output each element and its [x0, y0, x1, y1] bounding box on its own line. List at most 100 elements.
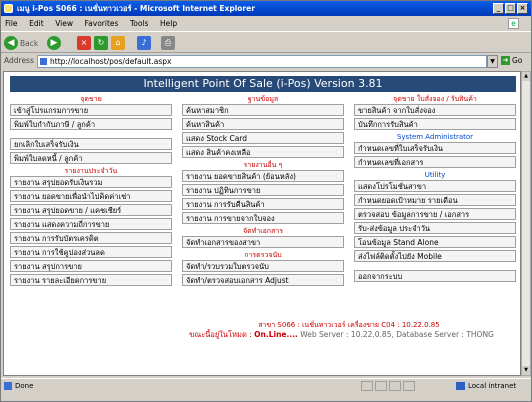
database-server-info: Database Server : THONG — [396, 330, 494, 339]
scroll-down-icon[interactable]: ▼ — [522, 366, 530, 375]
menu-button[interactable]: ค้นหาสมาชิก — [182, 104, 344, 116]
menu-button[interactable]: รายงาน ยอดขายสินค้า (ย้อนหลัง) — [182, 170, 344, 182]
back-arrow-icon: ◀ — [4, 36, 18, 50]
menu-button[interactable]: โอนข้อมูล Stand Alone — [354, 236, 516, 248]
media-icon: ♪ — [137, 36, 151, 50]
refresh-button[interactable]: ↻ — [94, 35, 108, 51]
pos-title: Intelligent Point Of Sale (i-Pos) Versio… — [10, 76, 516, 92]
home-button[interactable]: ⌂ — [111, 35, 125, 51]
menu-button[interactable]: แสดงโปรโมชั่นสาขา — [354, 180, 516, 192]
menu-file[interactable]: File — [5, 19, 18, 28]
menu-button[interactable]: รับ-ส่งข้อมูล ประจำวัน — [354, 222, 516, 234]
toolbar: ◀ Back ▶ × ↻ ⌂ ♪ ⎙ — [1, 31, 531, 53]
menu-button[interactable]: รายงาน การขายจากใบจอง — [182, 212, 344, 224]
address-url: http://localhost/pos/default.aspx — [50, 57, 172, 66]
menu-button[interactable]: รายงาน สรุปยอดขาย / แคชเชียร์ — [10, 204, 172, 216]
section-header-daily-reports: รายงานประจำวัน — [64, 167, 118, 175]
section-header-system-admin: System Administrator — [396, 133, 474, 141]
menu-button[interactable]: ส่งไฟล์ติดตั้งไปยัง Mobile — [354, 250, 516, 262]
menu-button[interactable]: แสดง Stock Card — [182, 132, 344, 144]
scroll-up-icon[interactable]: ▲ — [522, 72, 530, 81]
app-icon — [4, 4, 13, 13]
menu-button[interactable]: รายงาน การรับคืนสินค้า — [182, 198, 344, 210]
stop-icon: × — [77, 36, 91, 50]
browser-window: เมนู i-Pos S066 : เนชั่นทาวเวอร์ - Micro… — [0, 0, 532, 402]
menu-bar: File Edit View Favorites Tools Help e — [1, 17, 531, 30]
back-label: Back — [20, 38, 39, 48]
status-text: Done — [15, 382, 34, 390]
address-input[interactable]: http://localhost/pos/default.aspx — [37, 55, 487, 68]
web-server-info: Web Server : 10.22.0.85, — [300, 330, 394, 339]
print-button[interactable]: ⎙ — [161, 35, 175, 51]
status-panel — [375, 381, 387, 391]
menu-tools[interactable]: Tools — [130, 19, 148, 28]
menu-button[interactable]: รายงาน สรุปการขาย — [10, 260, 172, 272]
menu-favorites[interactable]: Favorites — [85, 19, 119, 28]
logout-button[interactable]: ออกจากระบบ — [354, 270, 516, 282]
security-zone: Local intranet — [456, 379, 516, 393]
menu-button[interactable]: กำหนดเลขที่ใบเสร็จรับเงิน — [354, 142, 516, 154]
connection-info: ขณะนี้อยู่ในโหมด : On.Line.... Web Serve… — [169, 329, 514, 341]
mode-label: ขณะนี้อยู่ในโหมด : — [189, 330, 252, 339]
intranet-icon — [456, 382, 465, 390]
section-header-other-reports: รายงานอื่น ๆ — [243, 161, 283, 169]
page-icon — [40, 58, 47, 65]
status-panel — [361, 381, 373, 391]
section-header-orders: จุดขาย ใบสั่งจอง / รับสินค้า — [393, 95, 477, 103]
section-header-utility: Utility — [424, 171, 446, 179]
menu-button[interactable]: รายงาน การใช้คูปองส่วนลด — [10, 246, 172, 258]
menu-button[interactable]: พิมพ์ใบกำกับภาษี / ลูกค้า — [10, 118, 172, 130]
vertical-scrollbar[interactable]: ▲ ▼ — [521, 71, 531, 376]
refresh-icon: ↻ — [94, 36, 108, 50]
close-button[interactable]: × — [517, 3, 528, 14]
section-header-documents: จัดทำเอกสาร — [243, 227, 283, 235]
menu-button[interactable]: แสดง สินค้าคงเหลือ — [182, 146, 344, 158]
menu-button[interactable]: รายงาน ปฏิทินการขาย — [182, 184, 344, 196]
zone-label: Local intranet — [468, 382, 517, 390]
address-label: Address — [4, 56, 34, 65]
menu-button[interactable]: เข้าสู่โปรแกรมการขาย — [10, 104, 172, 116]
section-header-stock-count: การตรวจนับ — [244, 251, 282, 259]
menu-button[interactable]: ตรวจสอบ ข้อมูลการขาย / เอกสาร — [354, 208, 516, 220]
menu-button[interactable]: ยกเลิกใบเสร็จรับเงิน — [10, 138, 172, 150]
address-bar: Address http://localhost/pos/default.asp… — [1, 54, 531, 70]
menu-button[interactable]: รายงาน ยอดขายเพื่อนำไปคิดค่าเช่า — [10, 190, 172, 202]
go-button[interactable]: ➜ Go — [501, 56, 522, 65]
section-header-database: ฐานข้อมูล — [247, 95, 279, 103]
maximize-button[interactable]: □ — [505, 3, 516, 14]
forward-arrow-icon: ▶ — [47, 36, 61, 50]
status-panel — [389, 381, 401, 391]
go-arrow-icon: ➜ — [501, 56, 510, 65]
forward-button[interactable]: ▶ — [47, 35, 63, 51]
menu-button[interactable]: กำหนดเลขที่เอกสาร — [354, 156, 516, 168]
menu-view[interactable]: View — [55, 19, 73, 28]
page-content: Intelligent Point Of Sale (i-Pos) Versio… — [3, 71, 521, 376]
menu-button[interactable]: จัดทำเอกสารของสาขา — [182, 236, 344, 248]
minimize-button[interactable]: _ — [493, 3, 504, 14]
status-panel — [403, 381, 415, 391]
column-orders-admin: จุดขาย ใบสั่งจอง / รับสินค้า ขายสินค้า จ… — [354, 94, 516, 284]
media-button[interactable]: ♪ — [137, 35, 151, 51]
window-title: เมนู i-Pos S066 : เนชั่นทาวเวอร์ - Micro… — [17, 4, 255, 13]
go-label: Go — [512, 56, 523, 65]
title-bar: เมนู i-Pos S066 : เนชั่นทาวเวอร์ - Micro… — [1, 1, 531, 16]
menu-button[interactable]: บันทึกการรับสินค้า — [354, 118, 516, 130]
menu-help[interactable]: Help — [160, 19, 177, 28]
address-dropdown-icon[interactable]: ▼ — [487, 55, 498, 68]
menu-button[interactable]: รายงาน รายละเอียดการขาย — [10, 274, 172, 286]
menu-button[interactable]: กำหนดยอดเป้าหมาย รายเดือน — [354, 194, 516, 206]
home-icon: ⌂ — [111, 36, 125, 50]
menu-button[interactable]: รายงาน แสดงความถี่การขาย — [10, 218, 172, 230]
menu-button[interactable]: รายงาน การรับบัตรเครดิต — [10, 232, 172, 244]
mode-value: On.Line.... — [254, 330, 298, 339]
menu-button[interactable]: จัดทำ/ตรวจสอบเอกสาร Adjust — [182, 274, 344, 286]
menu-button[interactable]: รายงาน สรุปยอดรับเงินรวม — [10, 176, 172, 188]
menu-button[interactable]: ขายสินค้า จากใบสั่งจอง — [354, 104, 516, 116]
menu-button[interactable]: จัดทำ/รวบรวมใบตรวจนับ — [182, 260, 344, 272]
menu-button[interactable]: ค้นหาสินค้า — [182, 118, 344, 130]
status-bar: Done Local intranet — [1, 378, 531, 392]
menu-edit[interactable]: Edit — [29, 19, 44, 28]
menu-button[interactable]: พิมพ์ใบลดหนี้ / ลูกค้า — [10, 152, 172, 164]
stop-button[interactable]: × — [77, 35, 91, 51]
back-button[interactable]: ◀ Back — [4, 35, 38, 51]
